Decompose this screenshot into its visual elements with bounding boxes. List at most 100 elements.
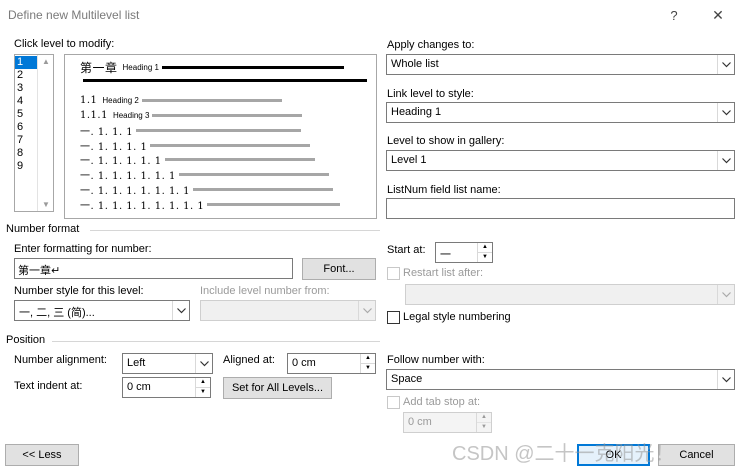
- chevron-down-icon[interactable]: [195, 354, 212, 373]
- level-listbox[interactable]: 123456789 ▲ ▼: [14, 54, 54, 212]
- text-indent-value: 0 cm: [127, 381, 151, 393]
- preview-line: [136, 129, 302, 132]
- text-indent-label: Text indent at:: [14, 380, 83, 392]
- preview-number: 一. 1. 1. 1: [80, 127, 134, 138]
- restart-list-select[interactable]: [405, 284, 735, 305]
- chevron-down-icon[interactable]: [717, 285, 734, 304]
- close-button[interactable]: ✕: [704, 4, 732, 26]
- preview-heading: Heading 3: [112, 111, 150, 120]
- follow-number-select[interactable]: Space: [386, 369, 735, 390]
- cancel-button[interactable]: Cancel: [658, 444, 735, 466]
- set-all-levels-button[interactable]: Set for All Levels...: [223, 377, 332, 399]
- follow-number-value: Space: [391, 373, 423, 385]
- level-item[interactable]: 1: [15, 56, 37, 69]
- level-item[interactable]: 3: [15, 82, 37, 95]
- level-item[interactable]: 8: [15, 147, 37, 160]
- preview-row: 一. 1. 1. 1. 1. 1. 1. 1: [80, 182, 334, 197]
- list-preview: 第一章 Heading 1 1.1 Heading 2 1.1.1 Heading 3 一.…: [64, 54, 377, 219]
- preview-number: 一. 1. 1. 1. 1. 1. 1. 1. 1: [80, 201, 205, 212]
- preview-line: [164, 158, 315, 161]
- text-indent-spinner[interactable]: 0 cm ▲ ▼: [122, 377, 211, 398]
- legal-style-checkbox[interactable]: [387, 311, 400, 324]
- spin-up-icon[interactable]: ▲: [477, 413, 491, 423]
- level-gallery-label: Level to show in gallery:: [387, 135, 505, 147]
- level-item[interactable]: 7: [15, 134, 37, 147]
- link-level-value: Heading 1: [391, 106, 442, 118]
- number-alignment-label: Number alignment:: [14, 354, 107, 366]
- restart-list-checkbox[interactable]: [387, 267, 400, 280]
- position-divider: [52, 341, 380, 342]
- spin-up-icon[interactable]: ▲: [361, 354, 375, 364]
- scroll-up-icon[interactable]: ▲: [38, 57, 54, 66]
- level-gallery-select[interactable]: Level 1: [386, 150, 735, 171]
- help-button[interactable]: ?: [660, 4, 688, 26]
- preview-number: 一. 1. 1. 1. 1. 1. 1: [80, 171, 176, 182]
- tab-stop-value: 0 cm: [408, 416, 432, 428]
- chevron-down-icon[interactable]: [172, 301, 189, 320]
- preview-number: 1.1.1: [80, 110, 108, 121]
- position-heading: Position: [6, 334, 46, 346]
- number-alignment-select[interactable]: Left: [122, 353, 213, 374]
- spin-up-icon[interactable]: ▲: [196, 378, 210, 388]
- link-level-label: Link level to style:: [387, 88, 474, 100]
- spin-down-icon[interactable]: ▼: [196, 388, 210, 398]
- apply-changes-value: Whole list: [391, 58, 439, 70]
- link-level-select[interactable]: Heading 1: [386, 102, 735, 123]
- scroll-down-icon[interactable]: ▼: [38, 200, 54, 209]
- level-gallery-value: Level 1: [391, 154, 427, 166]
- level-item[interactable]: 2: [15, 69, 37, 82]
- level-item[interactable]: 4: [15, 95, 37, 108]
- preview-row: 一. 1. 1. 1. 1. 1. 1: [80, 167, 329, 182]
- aligned-at-spinner[interactable]: 0 cm ▲ ▼: [287, 353, 376, 374]
- chevron-down-icon[interactable]: [358, 301, 375, 320]
- preview-line: [141, 99, 282, 102]
- chevron-down-icon[interactable]: [717, 151, 734, 170]
- chevron-down-icon[interactable]: [717, 103, 734, 122]
- less-button[interactable]: << Less: [5, 444, 79, 466]
- preview-row: 一. 1. 1. 1. 1: [80, 138, 311, 153]
- include-level-select[interactable]: [200, 300, 376, 321]
- level-item[interactable]: 5: [15, 108, 37, 121]
- click-level-label: Click level to modify:: [14, 38, 115, 50]
- format-number-input[interactable]: 第一章↵: [14, 258, 293, 279]
- spin-down-icon[interactable]: ▼: [477, 423, 491, 433]
- aligned-at-value: 0 cm: [292, 357, 316, 369]
- preview-heading: Heading 2: [102, 96, 139, 105]
- listnum-input[interactable]: [386, 198, 735, 219]
- number-format-divider: [90, 230, 380, 231]
- preview-line: [162, 66, 344, 69]
- level-scrollbar[interactable]: ▲ ▼: [37, 55, 53, 211]
- start-at-label: Start at:: [387, 244, 426, 256]
- spin-down-icon[interactable]: ▼: [478, 253, 492, 263]
- font-button[interactable]: Font...: [302, 258, 376, 280]
- apply-changes-select[interactable]: Whole list: [386, 54, 735, 75]
- preview-row: 第一章 Heading 1: [80, 59, 344, 76]
- preview-number: 第一章: [80, 61, 118, 75]
- start-at-spinner[interactable]: 一 ▲ ▼: [435, 242, 493, 263]
- enter-formatting-label: Enter formatting for number:: [14, 243, 152, 255]
- preview-row: 一. 1. 1. 1: [80, 123, 302, 138]
- spin-up-icon[interactable]: ▲: [478, 243, 492, 253]
- restart-list-label: Restart list after:: [403, 267, 484, 279]
- add-tab-stop-label: Add tab stop at:: [403, 396, 481, 408]
- preview-heading: Heading 1: [122, 63, 159, 72]
- ok-button[interactable]: OK: [577, 444, 650, 466]
- number-style-value: 一, 二, 三 (简)...: [19, 307, 95, 319]
- level-item[interactable]: 9: [15, 160, 37, 173]
- tab-stop-spinner[interactable]: 0 cm ▲ ▼: [403, 412, 492, 433]
- help-icon: ?: [670, 7, 678, 23]
- include-level-label: Include level number from:: [200, 285, 330, 297]
- number-style-select[interactable]: 一, 二, 三 (简)...: [14, 300, 190, 321]
- preview-row: 1.1 Heading 2: [80, 95, 282, 106]
- preview-number: 一. 1. 1. 1. 1. 1. 1. 1: [80, 186, 191, 197]
- spin-down-icon[interactable]: ▼: [361, 364, 375, 374]
- level-item[interactable]: 6: [15, 121, 37, 134]
- preview-number: 一. 1. 1. 1. 1. 1: [80, 156, 162, 167]
- format-number-value: 第一章↵: [18, 265, 61, 277]
- add-tab-stop-checkbox[interactable]: [387, 396, 400, 409]
- listnum-label: ListNum field list name:: [387, 184, 501, 196]
- chevron-down-icon[interactable]: [717, 370, 734, 389]
- start-at-value: 一: [440, 249, 451, 261]
- follow-number-label: Follow number with:: [387, 354, 485, 366]
- chevron-down-icon[interactable]: [717, 55, 734, 74]
